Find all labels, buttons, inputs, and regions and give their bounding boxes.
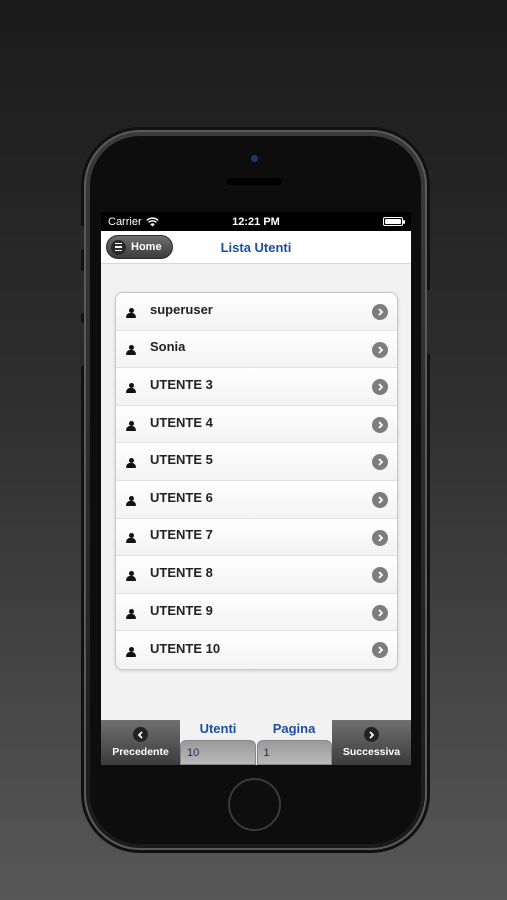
user-name: superuser — [150, 301, 213, 317]
status-time: 12:21 PM — [232, 215, 280, 228]
chevron-right-icon — [372, 491, 388, 508]
users-per-page-field[interactable]: 10 — [180, 740, 256, 765]
volume-down-button — [80, 322, 84, 366]
menu-icon — [111, 239, 126, 255]
user-name: UTENTE 7 — [150, 527, 213, 543]
user-list-item[interactable]: UTENTE 9 — [116, 593, 397, 632]
chevron-right-icon — [372, 304, 388, 320]
user-icon — [126, 533, 136, 544]
user-icon — [126, 307, 136, 319]
user-icon — [126, 458, 136, 469]
user-icon — [126, 646, 136, 658]
user-list-item[interactable]: UTENTE 3 — [116, 368, 397, 406]
chevron-right-icon — [372, 454, 388, 471]
user-name: UTENTE 3 — [150, 376, 213, 392]
chevron-right-icon — [372, 604, 388, 621]
user-icon — [126, 345, 136, 356]
home-button-label: Home — [131, 241, 162, 253]
pagination-bar: Precedente Utenti Pagina 10 1 Successiva — [101, 720, 411, 765]
user-list-item[interactable]: UTENTE 6 — [116, 480, 397, 519]
app-screen: Carrier 12:21 PM Home Lista Utenti super… — [101, 212, 411, 765]
user-list-item[interactable]: UTENTE 5 — [116, 443, 397, 481]
previous-page-label: Precedente — [112, 746, 169, 758]
next-page-label: Successiva — [342, 746, 401, 758]
power-button — [427, 290, 431, 354]
user-icon — [126, 420, 136, 432]
home-hardware-button[interactable] — [228, 778, 281, 831]
user-name: Sonia — [150, 339, 186, 355]
user-list-item[interactable]: Sonia — [116, 330, 397, 369]
user-name: UTENTE 5 — [150, 452, 213, 468]
user-list-item[interactable]: UTENTE 7 — [116, 518, 397, 557]
chevron-right-icon — [372, 567, 388, 584]
user-name: UTENTE 9 — [150, 602, 213, 618]
user-list: superuser Sonia UTENTE 3 UTENTE 4 UTENTE 5 UT… — [115, 292, 398, 670]
battery-icon — [383, 217, 405, 226]
user-list-item[interactable]: UTENTE 8 — [116, 556, 397, 594]
users-per-page-label: Utenti — [199, 721, 237, 736]
page-number-field[interactable]: 1 — [256, 740, 332, 765]
chevron-left-icon — [133, 727, 148, 742]
user-name: UTENTE 10 — [150, 640, 221, 656]
user-icon — [126, 570, 136, 582]
user-list-item[interactable]: UTENTE 10 — [116, 631, 397, 669]
user-list-item[interactable]: UTENTE 4 — [116, 405, 397, 444]
next-page-button[interactable]: Successiva — [332, 720, 411, 765]
user-icon — [126, 608, 136, 620]
pager-fields: Utenti Pagina 10 1 — [180, 720, 332, 765]
status-bar: Carrier 12:21 PM — [101, 212, 411, 231]
chevron-right-icon — [372, 529, 388, 546]
user-name: UTENTE 6 — [150, 489, 213, 505]
app-header: Home Lista Utenti — [101, 231, 411, 264]
page-number-label: Pagina — [272, 721, 316, 736]
chevron-right-icon — [364, 727, 379, 742]
user-icon — [126, 382, 136, 394]
chevron-right-icon — [372, 642, 388, 659]
camera-icon — [251, 155, 258, 162]
user-name: UTENTE 8 — [150, 564, 213, 580]
chevron-right-icon — [372, 416, 388, 433]
user-icon — [126, 495, 136, 507]
chevron-right-icon — [372, 341, 388, 358]
user-name: UTENTE 4 — [150, 414, 213, 430]
previous-page-button[interactable]: Precedente — [101, 720, 180, 765]
speaker-grille — [227, 178, 282, 185]
chevron-right-icon — [372, 379, 388, 396]
user-list-item[interactable]: superuser — [116, 293, 397, 331]
mute-switch — [80, 226, 84, 250]
volume-up-button — [80, 270, 84, 314]
home-button[interactable]: Home — [106, 235, 173, 259]
